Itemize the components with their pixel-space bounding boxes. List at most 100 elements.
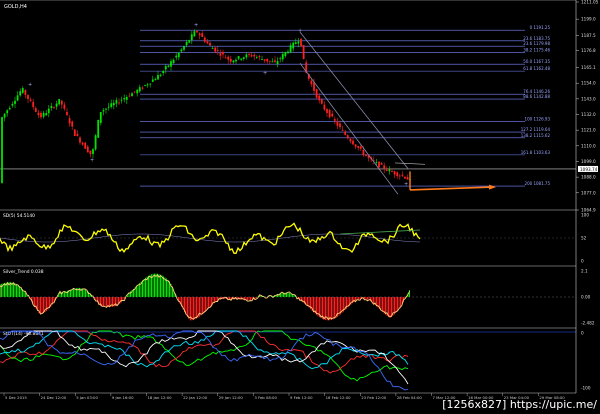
candle-body xyxy=(266,58,269,62)
candle-body xyxy=(172,59,175,64)
candle-body xyxy=(180,49,183,52)
candle-body xyxy=(112,102,115,106)
candle-body xyxy=(339,123,341,128)
candle-body xyxy=(190,34,193,41)
price-tick-label: 1099.0 xyxy=(581,159,596,164)
price-axis: 1211.05 1199.0 1187.5 1176.8 1165.1 1154.0 114… xyxy=(576,0,599,213)
candle-body xyxy=(383,165,386,170)
candle-body xyxy=(388,169,391,172)
price-tick-label: 1077.0 xyxy=(581,190,596,195)
candle-body xyxy=(380,163,383,165)
trading-chart[interactable]: 0 1191.25 23.6 1183.7523.6 1179.98 38.2 11… xyxy=(0,0,600,414)
fractal-marker: + xyxy=(90,157,94,163)
candle-body xyxy=(328,109,331,118)
candle-body xyxy=(331,113,334,117)
candle-body xyxy=(206,41,209,44)
time-tick-label: 5 Dec 2015 xyxy=(5,395,27,400)
candle-body xyxy=(159,74,162,76)
candle-body xyxy=(401,174,404,176)
candle-body xyxy=(76,133,79,137)
candle-body xyxy=(219,53,222,56)
candle-body xyxy=(378,161,380,168)
candle-body xyxy=(27,94,29,100)
candle-body xyxy=(164,66,167,70)
candle-body xyxy=(107,106,110,108)
candle-body xyxy=(232,60,235,63)
candle-body xyxy=(406,177,409,180)
candle-body xyxy=(365,154,367,157)
candle-body xyxy=(281,54,284,60)
candle-body xyxy=(302,45,305,60)
candle-body xyxy=(323,104,326,110)
fractal-marker: + xyxy=(28,82,32,88)
candle-body xyxy=(133,91,136,93)
candle-body xyxy=(185,42,188,46)
stdt-series-line xyxy=(0,330,409,382)
candle-body xyxy=(354,144,357,147)
candle-body xyxy=(45,113,48,116)
candle-body xyxy=(149,83,152,85)
candle-body xyxy=(66,111,68,115)
trend-line xyxy=(394,162,426,165)
fib-level-label: 200 1081.75 xyxy=(525,181,551,186)
candle-body xyxy=(89,150,92,155)
candle-body xyxy=(21,88,24,93)
candle-body xyxy=(294,42,297,45)
candle-body xyxy=(94,135,97,150)
fib-level-label: 127.2 1119.64 xyxy=(521,127,551,132)
candle-body xyxy=(79,137,81,143)
candle-body xyxy=(1,117,3,183)
candle-body xyxy=(47,108,50,114)
fractal-marker: + xyxy=(404,182,408,188)
candle-body xyxy=(60,100,63,105)
candle-body xyxy=(271,61,274,63)
price-tick-label: 1154.0 xyxy=(581,81,596,86)
watermark: [1256x827] https://upic.me/ xyxy=(442,398,597,411)
candle-body xyxy=(154,79,157,81)
price-tick-label: 1121.0 xyxy=(581,128,596,133)
time-tick-label: 22 Jan 12:00 xyxy=(183,395,208,400)
candle-body xyxy=(222,52,224,55)
time-tick-label: 9 Feb 12:00 xyxy=(290,395,313,400)
candle-body xyxy=(118,102,120,104)
price-panel[interactable]: 0 1191.25 23.6 1183.7523.6 1179.98 38.2 11… xyxy=(0,22,576,195)
candle-body xyxy=(203,37,206,42)
candle-body xyxy=(279,58,282,60)
fractal-marker: + xyxy=(194,22,198,28)
candle-body xyxy=(268,60,271,62)
fractal-marker: + xyxy=(298,28,302,34)
candle-body xyxy=(84,142,87,149)
candle-body xyxy=(341,130,344,131)
candle-body xyxy=(240,58,243,60)
candle-body xyxy=(63,104,66,109)
time-tick-label: 29 Jan 12:00 xyxy=(219,395,244,400)
sd-oscillator-line xyxy=(0,222,421,254)
candle-body xyxy=(336,121,339,126)
arrow-head-icon xyxy=(489,184,496,190)
indicator-scale-label: 100 xyxy=(581,213,589,218)
price-tick-label: 1110.0 xyxy=(581,143,596,148)
candle-body xyxy=(404,176,406,179)
candle-body xyxy=(209,42,211,46)
candle-body xyxy=(289,45,292,53)
candle-body xyxy=(131,93,133,97)
indicator-scale-label: 0.00 xyxy=(581,295,591,300)
candle-body xyxy=(362,150,365,155)
candle-body xyxy=(34,108,37,112)
candle-body xyxy=(235,59,237,62)
candle-body xyxy=(14,100,16,104)
candle-body xyxy=(211,48,214,49)
candle-body xyxy=(157,75,159,80)
candle-body xyxy=(274,60,276,62)
candle-body xyxy=(229,58,232,62)
indicator-scale-label: 0 xyxy=(581,331,584,336)
candle-body xyxy=(318,95,321,101)
candle-body xyxy=(188,40,191,43)
candle-body xyxy=(245,54,248,58)
candle-body xyxy=(310,80,313,85)
candle-body xyxy=(320,99,323,104)
candle-body xyxy=(50,106,53,109)
candle-body xyxy=(375,162,378,163)
candle-body xyxy=(40,112,42,118)
candle-body xyxy=(224,57,227,59)
